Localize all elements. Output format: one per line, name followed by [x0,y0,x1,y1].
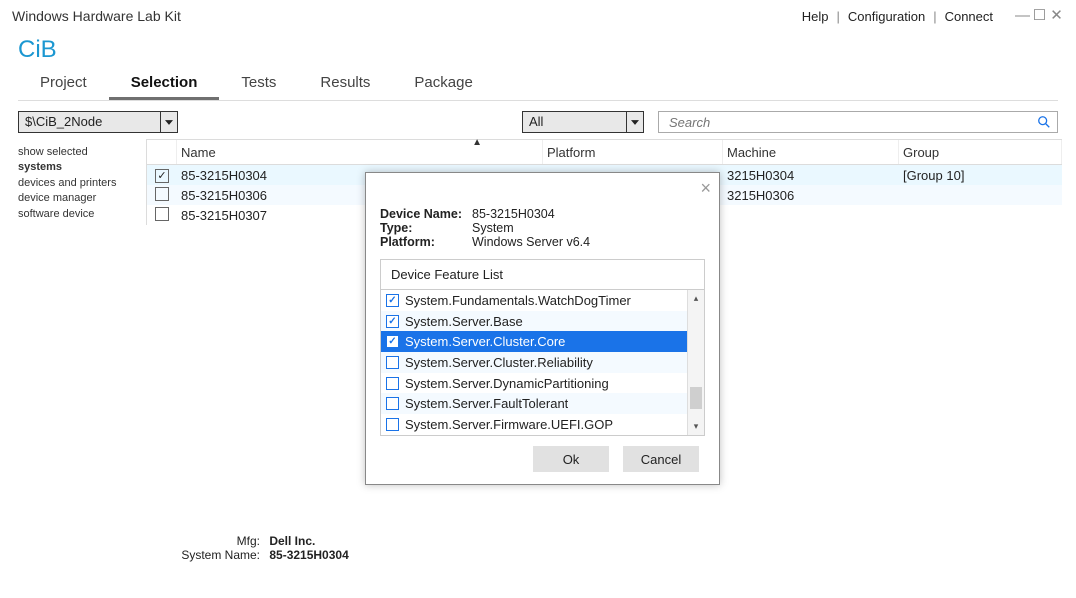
device-info: Device Name:85-3215H0304 Type:System Pla… [380,207,705,249]
search-input-container[interactable] [658,111,1058,133]
feature-checkbox[interactable] [386,377,399,390]
row-checkbox[interactable] [155,187,169,201]
chevron-down-icon[interactable] [160,111,178,133]
tab-tests[interactable]: Tests [219,68,298,100]
menu-help[interactable]: Help [802,9,829,24]
pool-dropdown-value: $\CiB_2Node [18,111,160,133]
tab-bar: Project Selection Tests Results Package [0,68,1076,100]
feature-checkbox[interactable] [386,397,399,410]
feature-row[interactable]: System.Fundamentals.WatchDogTimer [381,290,704,311]
ok-button[interactable]: Ok [533,446,609,472]
menu-configuration[interactable]: Configuration [848,9,925,24]
search-icon[interactable] [1037,115,1051,129]
column-machine[interactable]: Machine [723,140,899,164]
category-filter: show selected systems devices and printe… [14,139,146,225]
column-group[interactable]: Group [899,140,1062,164]
cell-machine: 3215H0304 [723,168,899,183]
device-feature-list: Device Feature List System.Fundamentals.… [380,259,705,436]
feature-row[interactable]: System.Server.FaultTolerant [381,393,704,414]
feature-row[interactable]: System.Server.Base [381,311,704,332]
filter-systems[interactable]: systems [18,160,140,175]
feature-checkbox[interactable] [386,294,399,307]
tab-package[interactable]: Package [392,68,494,100]
close-icon[interactable]: × [700,179,711,197]
menu-connect[interactable]: Connect [945,9,993,24]
platform-filter-dropdown[interactable]: All [522,111,644,133]
tab-results[interactable]: Results [298,68,392,100]
feature-list-header: Device Feature List [381,260,704,290]
separator: | [933,9,936,24]
feature-checkbox[interactable] [386,315,399,328]
filter-software-device[interactable]: software device [18,207,140,222]
cell-group: [Group 10] [899,168,1062,183]
filter-devices-printers[interactable]: devices and printers [18,176,140,191]
cell-machine: 3215H0306 [723,188,899,203]
feature-checkbox[interactable] [386,418,399,431]
feature-label: System.Server.Firmware.UEFI.GOP [405,417,613,432]
close-icon[interactable]: ✕ [1049,9,1064,23]
minimize-icon[interactable]: — [1015,9,1030,23]
row-checkbox[interactable] [155,169,169,183]
column-platform[interactable]: Platform [543,140,723,164]
footer-summary: Mfg: Dell Inc. System Name: 85-3215H0304 [170,534,349,562]
grid-header: Name ▲ Platform Machine Group [147,139,1062,165]
feature-label: System.Server.FaultTolerant [405,396,568,411]
row-checkbox[interactable] [155,207,169,221]
scroll-up-icon[interactable]: ▴ [688,290,704,307]
scroll-down-icon[interactable]: ▾ [688,418,704,435]
chevron-down-icon[interactable] [626,111,644,133]
feature-row[interactable]: System.Server.Cluster.Reliability [381,352,704,373]
column-name[interactable]: Name ▲ [177,140,543,164]
tab-project[interactable]: Project [18,68,109,100]
scroll-thumb[interactable] [690,387,702,409]
filter-show-selected[interactable]: show selected [18,145,140,160]
window-title: Windows Hardware Lab Kit [12,8,181,24]
feature-checkbox[interactable] [386,335,399,348]
sort-indicator-icon: ▲ [472,137,482,148]
feature-label: System.Fundamentals.WatchDogTimer [405,293,631,308]
feature-row[interactable]: System.Server.Cluster.Core [381,331,704,352]
mfg-label: Mfg: [170,534,260,548]
device-feature-dialog: × Device Name:85-3215H0304 Type:System P… [365,172,720,485]
mfg-value: Dell Inc. [269,534,315,548]
separator: | [836,9,839,24]
feature-label: System.Server.Cluster.Reliability [405,355,593,370]
system-name-value: 85-3215H0304 [269,548,348,562]
platform-filter-value: All [522,111,626,133]
feature-label: System.Server.Base [405,314,523,329]
pool-dropdown[interactable]: $\CiB_2Node [18,111,178,133]
feature-label: System.Server.Cluster.Core [405,334,565,349]
search-input[interactable] [667,114,1037,131]
feature-checkbox[interactable] [386,356,399,369]
maximize-icon[interactable]: ☐ [1032,9,1047,23]
feature-label: System.Server.DynamicPartitioning [405,376,609,391]
filter-device-manager[interactable]: device manager [18,191,140,206]
cancel-button[interactable]: Cancel [623,446,699,472]
tab-selection[interactable]: Selection [109,68,220,100]
system-name-label: System Name: [170,548,260,562]
feature-row[interactable]: System.Server.Firmware.UEFI.GOP [381,414,704,435]
project-name: CiB [0,28,1076,68]
feature-row[interactable]: System.Server.DynamicPartitioning [381,373,704,394]
scrollbar[interactable]: ▴ ▾ [687,290,704,435]
